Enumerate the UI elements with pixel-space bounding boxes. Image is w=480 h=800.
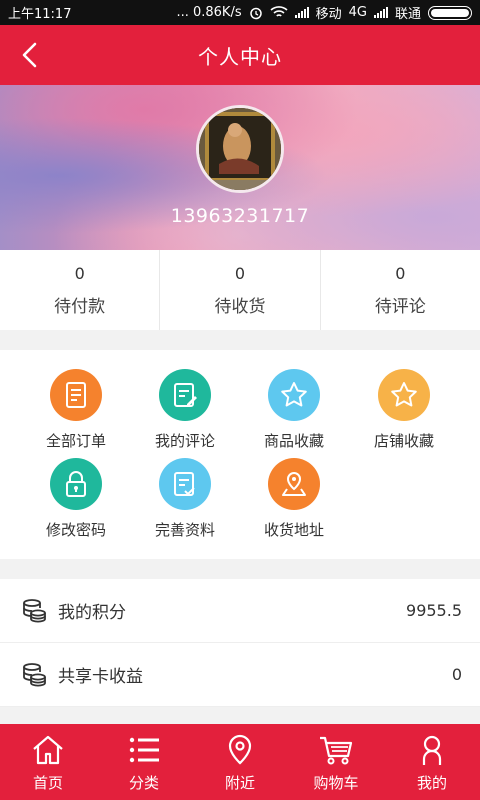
profile-banner: 13963231717: [0, 85, 480, 250]
menu-complete-profile[interactable]: 完善资料: [125, 458, 245, 540]
order-pending-payment[interactable]: 0 待付款: [0, 250, 161, 330]
status-bar: 上午11:17 ... 0.86K/s 移动 4G 联通: [0, 0, 480, 25]
signal-icon-2: [373, 7, 388, 18]
tab-label: 首页: [32, 774, 63, 792]
menu-label: 收货地址: [263, 521, 324, 539]
order-count: 0: [234, 264, 246, 283]
account-list: 我的积分 9955.5 共享卡收益 0: [0, 579, 480, 707]
net-speed: ... 0.86K/s: [176, 5, 242, 20]
tab-mine[interactable]: 我的: [384, 724, 480, 800]
tab-label: 附近: [224, 774, 255, 792]
tab-nearby[interactable]: 附近: [192, 724, 288, 800]
order-count: 0: [74, 264, 85, 283]
order-label: 待付款: [54, 297, 106, 317]
edit-note-icon: [159, 369, 211, 421]
star-icon: [378, 369, 430, 421]
map-pin-icon: [268, 458, 320, 510]
star-icon: [268, 369, 320, 421]
menu-all-orders[interactable]: 全部订单: [16, 369, 136, 451]
menu-label: 商品收藏: [263, 432, 324, 450]
menu-product-favorites[interactable]: 商品收藏: [234, 369, 354, 451]
page-title: 个人中心: [198, 44, 282, 69]
battery-icon: [428, 5, 472, 20]
tab-label: 我的: [416, 774, 447, 792]
tab-categories[interactable]: 分类: [96, 724, 192, 800]
tab-label: 分类: [128, 774, 159, 792]
coins-icon: [20, 661, 48, 689]
header-bar: 个人中心: [0, 25, 480, 85]
order-count: 0: [395, 264, 406, 283]
menu-label: 我的评论: [154, 432, 215, 450]
order-status-bar: 0 待付款 0 待收货 0 待评论: [0, 250, 480, 330]
user-phone: 13963231717: [170, 205, 310, 227]
chevron-left-icon: [22, 42, 37, 68]
list-item-value: 9955.5: [406, 601, 462, 620]
signal-icon: [294, 7, 309, 18]
menu-label: 修改密码: [45, 521, 106, 539]
menu-label: 店铺收藏: [373, 432, 434, 450]
back-button[interactable]: [10, 35, 50, 75]
menu-label: 完善资料: [154, 521, 215, 539]
list-item-value: 0: [451, 665, 462, 684]
coins-icon: [20, 597, 48, 625]
status-time: 上午11:17: [8, 7, 72, 22]
carrier-2: 联通: [394, 7, 421, 22]
cart-icon: [320, 736, 353, 765]
tab-home[interactable]: 首页: [0, 724, 96, 800]
menu-store-favorites[interactable]: 店铺收藏: [344, 369, 464, 451]
tab-label: 购物车: [313, 774, 359, 792]
order-label: 待评论: [374, 297, 426, 317]
order-pending-receipt[interactable]: 0 待收货: [160, 250, 321, 330]
wifi-icon: [270, 6, 288, 17]
list-item-label: 共享卡收益: [58, 667, 143, 687]
list-icon: [129, 737, 159, 763]
network-type: 4G: [348, 5, 367, 20]
alarm-icon: [249, 7, 262, 19]
checklist-icon: [159, 458, 211, 510]
menu-my-reviews[interactable]: 我的评论: [125, 369, 245, 451]
avatar-painting-icon: [199, 108, 281, 190]
home-icon: [33, 735, 63, 765]
tab-cart[interactable]: 购物车: [288, 724, 384, 800]
order-pending-review[interactable]: 0 待评论: [321, 250, 480, 330]
bottom-tab-bar: 首页 分类 附近 购物车 我的: [0, 724, 480, 800]
list-item-label: 我的积分: [58, 603, 126, 623]
list-item-share-card-earnings[interactable]: 共享卡收益 0: [0, 643, 480, 707]
menu-shipping-address[interactable]: 收货地址: [234, 458, 354, 540]
location-icon: [228, 734, 252, 765]
function-grid: 全部订单 我的评论 商品收藏 店铺收藏 修改密码 完善资料 收货地址: [0, 350, 480, 559]
menu-label: 全部订单: [45, 432, 106, 450]
avatar[interactable]: [196, 105, 284, 193]
user-icon: [422, 735, 442, 765]
carrier-1: 移动: [315, 7, 342, 22]
document-icon: [50, 369, 102, 421]
order-label: 待收货: [214, 297, 266, 317]
list-item-points[interactable]: 我的积分 9955.5: [0, 579, 480, 643]
menu-change-password[interactable]: 修改密码: [16, 458, 136, 540]
lock-icon: [50, 458, 102, 510]
